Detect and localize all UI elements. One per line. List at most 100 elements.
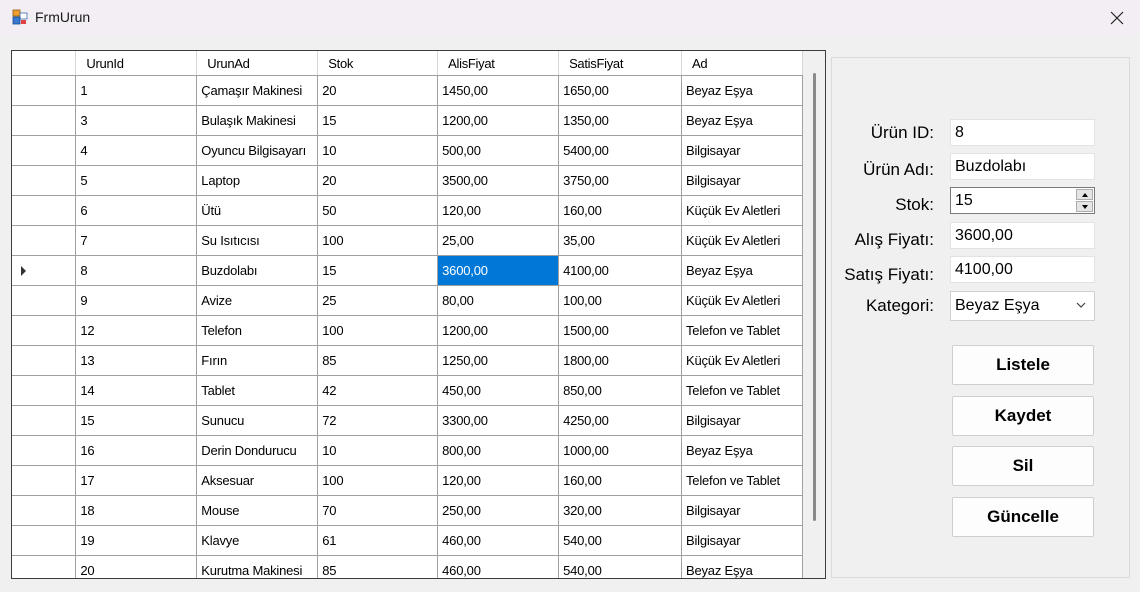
cell-ad[interactable]: Beyaz Eşya xyxy=(681,555,804,578)
row-header[interactable] xyxy=(12,465,77,496)
cell-urunad[interactable]: Su Isıtıcısı xyxy=(196,225,319,256)
cell-satisfiyat[interactable]: 160,00 xyxy=(558,195,682,226)
cell-urunad[interactable]: Telefon xyxy=(196,315,319,346)
cell-stok[interactable]: 25 xyxy=(317,285,439,316)
cell-alisfiyat[interactable]: 80,00 xyxy=(437,285,560,316)
table-row[interactable]: 18 Mouse 70 250,00 320,00 Bilgisayar xyxy=(12,495,804,526)
cell-ad[interactable]: Bilgisayar xyxy=(681,525,804,556)
category-combobox[interactable]: Beyaz Eşya xyxy=(950,291,1095,321)
cell-satisfiyat[interactable]: 100,00 xyxy=(558,285,682,316)
cell-urunid[interactable]: 17 xyxy=(75,465,198,496)
products-grid[interactable]: UrunId UrunAd Stok AlisFiyat SatisFiyat … xyxy=(11,50,826,579)
column-header-urunad[interactable]: UrunAd xyxy=(196,51,319,76)
cell-satisfiyat[interactable]: 1500,00 xyxy=(558,315,682,346)
table-row[interactable]: 3 Bulaşık Makinesi 15 1200,00 1350,00 Beyaz E… xyxy=(12,105,804,136)
update-button[interactable]: Güncelle xyxy=(952,497,1094,537)
cell-alisfiyat[interactable]: 1250,00 xyxy=(437,345,560,376)
cell-urunad[interactable]: Laptop xyxy=(196,165,319,196)
cell-alisfiyat[interactable]: 3600,00 xyxy=(437,255,560,286)
row-header[interactable] xyxy=(12,315,77,346)
cell-stok[interactable]: 100 xyxy=(317,465,439,496)
delete-button[interactable]: Sil xyxy=(952,446,1094,486)
cell-satisfiyat[interactable]: 4250,00 xyxy=(558,405,682,436)
cell-satisfiyat[interactable]: 1000,00 xyxy=(558,435,682,466)
cell-satisfiyat[interactable]: 320,00 xyxy=(558,495,682,526)
cell-satisfiyat[interactable]: 35,00 xyxy=(558,225,682,256)
cell-ad[interactable]: Bilgisayar xyxy=(681,165,804,196)
cell-satisfiyat[interactable]: 3750,00 xyxy=(558,165,682,196)
cell-stok[interactable]: 70 xyxy=(317,495,439,526)
cell-ad[interactable]: Beyaz Eşya xyxy=(681,255,804,286)
cell-urunid[interactable]: 12 xyxy=(75,315,198,346)
table-row[interactable]: 1 Çamaşır Makinesi 20 1450,00 1650,00 Beyaz E… xyxy=(12,75,804,106)
row-header[interactable] xyxy=(12,285,77,316)
cell-urunid[interactable]: 18 xyxy=(75,495,198,526)
row-header[interactable] xyxy=(12,75,77,106)
table-row[interactable]: 7 Su Isıtıcısı 100 25,00 35,00 Küçük Ev Aletl… xyxy=(12,225,804,256)
cell-urunad[interactable]: Fırın xyxy=(196,345,319,376)
cell-ad[interactable]: Küçük Ev Aletleri xyxy=(681,195,804,226)
cell-urunid[interactable]: 15 xyxy=(75,405,198,436)
cell-urunid[interactable]: 8 xyxy=(75,255,198,286)
product-name-field[interactable]: Buzdolabı xyxy=(950,153,1095,180)
scrollbar-thumb[interactable] xyxy=(813,73,816,521)
column-header-satisfiyat[interactable]: SatisFiyat xyxy=(558,51,682,76)
cell-alisfiyat[interactable]: 1450,00 xyxy=(437,75,560,106)
cell-satisfiyat[interactable]: 540,00 xyxy=(558,555,682,578)
table-row[interactable]: 17 Aksesuar 100 120,00 160,00 Telefon ve Tabl… xyxy=(12,465,804,496)
buy-price-field[interactable]: 3600,00 xyxy=(950,222,1095,249)
table-row[interactable]: 19 Klavye 61 460,00 540,00 Bilgisayar xyxy=(12,525,804,556)
cell-urunid[interactable]: 6 xyxy=(75,195,198,226)
cell-satisfiyat[interactable]: 4100,00 xyxy=(558,255,682,286)
cell-satisfiyat[interactable]: 5400,00 xyxy=(558,135,682,166)
cell-ad[interactable]: Beyaz Eşya xyxy=(681,435,804,466)
cell-ad[interactable]: Telefon ve Tablet xyxy=(681,315,804,346)
cell-alisfiyat[interactable]: 120,00 xyxy=(437,195,560,226)
cell-urunad[interactable]: Klavye xyxy=(196,525,319,556)
row-header[interactable] xyxy=(12,165,77,196)
cell-alisfiyat[interactable]: 1200,00 xyxy=(437,105,560,136)
cell-urunid[interactable]: 16 xyxy=(75,435,198,466)
row-header[interactable] xyxy=(12,225,77,256)
row-header[interactable] xyxy=(12,255,77,286)
cell-alisfiyat[interactable]: 800,00 xyxy=(437,435,560,466)
cell-ad[interactable]: Bilgisayar xyxy=(681,135,804,166)
cell-stok[interactable]: 15 xyxy=(317,255,439,286)
column-header-alisfiyat[interactable]: AlisFiyat xyxy=(437,51,560,76)
row-header[interactable] xyxy=(12,345,77,376)
cell-urunad[interactable]: Ütü xyxy=(196,195,319,226)
cell-urunad[interactable]: Aksesuar xyxy=(196,465,319,496)
cell-urunad[interactable]: Sunucu xyxy=(196,405,319,436)
vertical-scrollbar[interactable] xyxy=(803,51,825,578)
cell-alisfiyat[interactable]: 1200,00 xyxy=(437,315,560,346)
row-header[interactable] xyxy=(12,195,77,226)
cell-ad[interactable]: Telefon ve Tablet xyxy=(681,465,804,496)
table-row[interactable]: 15 Sunucu 72 3300,00 4250,00 Bilgisayar xyxy=(12,405,804,436)
cell-urunad[interactable]: Oyuncu Bilgisayarı xyxy=(196,135,319,166)
cell-stok[interactable]: 20 xyxy=(317,75,439,106)
row-header[interactable] xyxy=(12,405,77,436)
cell-stok[interactable]: 50 xyxy=(317,195,439,226)
cell-stok[interactable]: 10 xyxy=(317,435,439,466)
cell-ad[interactable]: Bilgisayar xyxy=(681,405,804,436)
cell-stok[interactable]: 15 xyxy=(317,105,439,136)
cell-urunad[interactable]: Bulaşık Makinesi xyxy=(196,105,319,136)
sell-price-field[interactable]: 4100,00 xyxy=(950,256,1095,283)
cell-ad[interactable]: Küçük Ev Aletleri xyxy=(681,345,804,376)
table-row[interactable]: 4 Oyuncu Bilgisayarı 10 500,00 5400,00 Bilgis… xyxy=(12,135,804,166)
cell-satisfiyat[interactable]: 1650,00 xyxy=(558,75,682,106)
cell-urunad[interactable]: Tablet xyxy=(196,375,319,406)
table-row[interactable]: 6 Ütü 50 120,00 160,00 Küçük Ev Aletleri xyxy=(12,195,804,226)
cell-alisfiyat[interactable]: 450,00 xyxy=(437,375,560,406)
table-row[interactable]: 5 Laptop 20 3500,00 3750,00 Bilgisayar xyxy=(12,165,804,196)
table-row[interactable]: 8 Buzdolabı 15 3600,00 4100,00 Beyaz Eşya xyxy=(12,255,804,286)
cell-alisfiyat[interactable]: 3500,00 xyxy=(437,165,560,196)
cell-urunad[interactable]: Kurutma Makinesi xyxy=(196,555,319,578)
table-row[interactable]: 9 Avize 25 80,00 100,00 Küçük Ev Aletleri xyxy=(12,285,804,316)
cell-urunid[interactable]: 5 xyxy=(75,165,198,196)
row-header[interactable] xyxy=(12,105,77,136)
cell-satisfiyat[interactable]: 1800,00 xyxy=(558,345,682,376)
cell-ad[interactable]: Küçük Ev Aletleri xyxy=(681,225,804,256)
row-header-corner[interactable] xyxy=(12,51,77,76)
cell-alisfiyat[interactable]: 120,00 xyxy=(437,465,560,496)
